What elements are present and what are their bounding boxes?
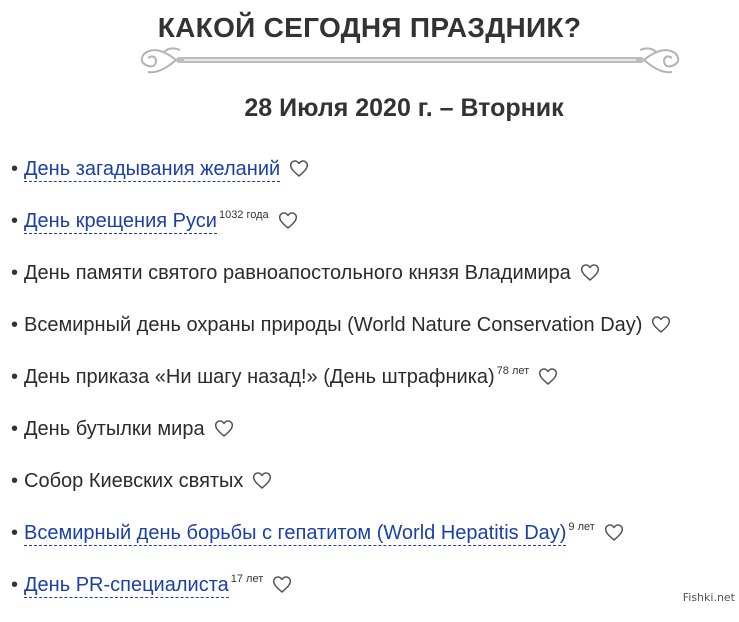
heart-outline-icon[interactable] — [604, 523, 624, 542]
holiday-item: • Собор Киевских святых — [11, 466, 671, 518]
holiday-item: • День загадывания желаний — [11, 154, 671, 206]
bullet: • — [11, 314, 19, 336]
watermark: Fishki.net — [682, 591, 735, 604]
holiday-link[interactable]: День PR-специалиста — [24, 573, 229, 598]
bullet: • — [11, 522, 19, 544]
holiday-item: • Всемирный день охраны природы (World Na… — [11, 310, 671, 362]
holiday-link[interactable]: Всемирный день борьбы с гепатитом (World… — [24, 521, 567, 546]
heart-outline-icon[interactable] — [252, 471, 272, 490]
bullet: • — [11, 366, 19, 388]
holiday-list: • День загадывания желаний • День крещения … — [11, 154, 671, 622]
bullet: • — [11, 470, 19, 492]
heart-outline-icon[interactable] — [272, 575, 292, 594]
holiday-item: • День памяти святого равноапостольного к… — [11, 258, 671, 310]
bullet: • — [11, 418, 19, 440]
holiday-item: • Всемирный день борьбы с гепатитом (Worl… — [11, 518, 671, 570]
heart-outline-icon[interactable] — [214, 419, 234, 438]
holiday-item: • День PR-специалиста 17 лет — [11, 570, 671, 622]
heart-outline-icon[interactable] — [538, 367, 558, 386]
bullet: • — [11, 158, 19, 180]
date-heading: 28 Июля 2020 г. – Вторник — [244, 94, 564, 122]
years-badge: 17 лет — [230, 573, 264, 585]
holiday-name: День приказа «Ни шагу назад!» (День штра… — [24, 366, 495, 388]
holiday-name: Всемирный день охраны природы (World Nat… — [24, 314, 643, 336]
heart-outline-icon[interactable] — [651, 315, 671, 334]
heart-outline-icon[interactable] — [580, 263, 600, 282]
bullet: • — [11, 574, 19, 596]
holiday-name: День памяти святого равноапостольного кн… — [24, 262, 571, 284]
holiday-item: • День приказа «Ни шагу назад!» (День штр… — [11, 362, 671, 414]
years-badge: 78 лет — [496, 365, 530, 377]
holiday-name: Собор Киевских святых — [24, 470, 244, 492]
years-badge: 9 лет — [568, 521, 595, 533]
ornamental-divider-icon — [136, 40, 684, 80]
bullet: • — [11, 262, 19, 284]
heart-outline-icon[interactable] — [289, 159, 309, 178]
holiday-link[interactable]: День крещения Руси — [24, 209, 217, 234]
bullet: • — [11, 210, 19, 232]
holiday-link[interactable]: День загадывания желаний — [24, 157, 281, 182]
holiday-item: • День крещения Руси 1032 года — [11, 206, 671, 258]
holiday-item: • День бутылки мира — [11, 414, 671, 466]
years-badge: 1032 года — [218, 209, 269, 221]
holiday-name: День бутылки мира — [24, 418, 205, 440]
heart-outline-icon[interactable] — [278, 211, 298, 230]
